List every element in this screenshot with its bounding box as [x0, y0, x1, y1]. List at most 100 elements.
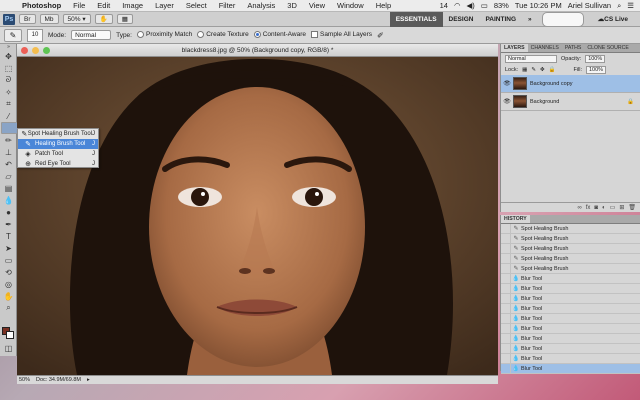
- hand-tool-button[interactable]: ✋: [94, 14, 113, 24]
- menu-analysis[interactable]: Analysis: [241, 1, 281, 10]
- type-tool-icon[interactable]: T: [1, 230, 16, 242]
- dodge-tool-icon[interactable]: ●: [1, 206, 16, 218]
- status-zoom[interactable]: 50%: [19, 377, 30, 383]
- sample-all-layers-checkbox[interactable]: Sample All Layers: [310, 31, 372, 39]
- trash-icon[interactable]: 🗑: [628, 204, 636, 211]
- layer-row-background[interactable]: 👁 Background 🔒: [501, 93, 640, 111]
- 3d-orbit-tool-icon[interactable]: ◎: [1, 278, 16, 290]
- opacity-input[interactable]: 100%: [585, 54, 606, 63]
- history-snapshot-box[interactable]: [501, 273, 511, 284]
- flyout-item-spot-healing[interactable]: ✎ Spot Healing Brush Tool J: [18, 129, 98, 139]
- history-item[interactable]: 💧 Blur Tool: [501, 333, 640, 344]
- menu-layer[interactable]: Layer: [149, 1, 180, 10]
- history-snapshot-box[interactable]: [501, 283, 511, 294]
- tab-channels[interactable]: CHANNELS: [528, 45, 562, 51]
- workspace-design[interactable]: DESIGN: [443, 12, 480, 27]
- background-color-swatch[interactable]: [6, 331, 14, 339]
- search-input[interactable]: [541, 11, 584, 27]
- history-item[interactable]: ✎ Spot Healing Brush: [501, 223, 640, 234]
- workspace-essentials[interactable]: ESSENTIALS: [389, 11, 443, 27]
- history-snapshot-box[interactable]: [501, 353, 511, 364]
- cs-live-button[interactable]: ☁ CS Live: [592, 12, 634, 27]
- history-item[interactable]: 💧 Blur Tool: [501, 273, 640, 284]
- history-item[interactable]: ✎ Spot Healing Brush: [501, 263, 640, 274]
- volume-icon[interactable]: ◀): [466, 1, 474, 10]
- history-snapshot-box[interactable]: [501, 263, 511, 274]
- marquee-tool-icon[interactable]: ⬚: [1, 62, 16, 74]
- workspace-painting[interactable]: PAINTING: [479, 12, 522, 27]
- mode-select[interactable]: Normal: [71, 30, 112, 40]
- history-item[interactable]: 💧 Blur Tool: [501, 293, 640, 304]
- battery-count[interactable]: 14: [440, 1, 448, 10]
- history-item[interactable]: 💧 Blur Tool: [501, 353, 640, 364]
- brush-tool-icon[interactable]: ✏: [1, 134, 16, 146]
- history-item[interactable]: ✎ Spot Healing Brush: [501, 243, 640, 254]
- history-item[interactable]: ✎ Spot Healing Brush: [501, 253, 640, 264]
- lasso-tool-icon[interactable]: ᘐ: [1, 74, 16, 86]
- path-selection-tool-icon[interactable]: ➤: [1, 242, 16, 254]
- link-icon[interactable]: ∞: [577, 205, 581, 211]
- menu-filter[interactable]: Filter: [213, 1, 242, 10]
- gradient-tool-icon[interactable]: ▤: [1, 182, 16, 194]
- flyout-item-red-eye[interactable]: ⊕ Red Eye Tool J: [18, 159, 98, 169]
- battery-icon[interactable]: ▭: [481, 1, 488, 10]
- history-item[interactable]: 💧 Blur Tool: [501, 283, 640, 294]
- history-snapshot-box[interactable]: [501, 313, 511, 324]
- wifi-icon[interactable]: ◠: [454, 1, 461, 10]
- menu-select[interactable]: Select: [180, 1, 213, 10]
- minibridge-button[interactable]: Mb: [39, 14, 59, 24]
- history-item[interactable]: ✎ Spot Healing Brush: [501, 233, 640, 244]
- pen-tool-icon[interactable]: ✒: [1, 218, 16, 230]
- history-item[interactable]: 💧 Blur Tool: [501, 343, 640, 354]
- eye-icon[interactable]: 👁: [501, 80, 513, 87]
- notifications-icon[interactable]: ☰: [627, 1, 634, 10]
- menu-image[interactable]: Image: [116, 1, 149, 10]
- history-item[interactable]: 💧 Blur Tool: [501, 303, 640, 314]
- radio-proximity-match[interactable]: Proximity Match: [136, 31, 192, 39]
- tab-history[interactable]: HISTORY: [501, 215, 530, 223]
- history-snapshot-box[interactable]: [501, 243, 511, 254]
- tab-clone-source[interactable]: CLONE SOURCE: [584, 45, 632, 51]
- move-tool-icon[interactable]: ✥: [1, 50, 16, 62]
- zoom-level-select[interactable]: 50% ▾: [62, 14, 91, 24]
- history-snapshot-box[interactable]: [501, 223, 511, 234]
- radio-create-texture[interactable]: Create Texture: [197, 31, 249, 39]
- lock-pixels-icon[interactable]: ✎: [531, 67, 536, 73]
- 3d-rotate-tool-icon[interactable]: ⟲: [1, 266, 16, 278]
- clone-stamp-tool-icon[interactable]: ⊥: [1, 146, 16, 158]
- quick-mask-icon[interactable]: ◫: [1, 342, 16, 354]
- battery-percent[interactable]: 83%: [494, 1, 509, 10]
- eraser-tool-icon[interactable]: ▱: [1, 170, 16, 182]
- fill-input[interactable]: 100%: [586, 65, 607, 74]
- layer-name[interactable]: Background: [530, 99, 559, 105]
- history-item[interactable]: 💧 Blur Tool: [501, 313, 640, 324]
- history-item[interactable]: 💧 Blur Tool: [501, 363, 640, 374]
- zoom-tool-icon[interactable]: ⌕: [1, 302, 16, 314]
- tab-paths[interactable]: PATHS: [562, 45, 585, 51]
- blend-mode-select[interactable]: Normal: [505, 54, 557, 63]
- history-snapshot-box[interactable]: [501, 293, 511, 304]
- bridge-button[interactable]: Br: [19, 14, 36, 24]
- crop-tool-icon[interactable]: ⌗: [1, 98, 16, 110]
- new-layer-icon[interactable]: ⊞: [619, 204, 624, 211]
- menu-help[interactable]: Help: [370, 1, 397, 10]
- flyout-item-healing-brush[interactable]: ✎ Healing Brush Tool J: [18, 139, 98, 149]
- status-arrow-icon[interactable]: ▸: [87, 377, 90, 383]
- status-doc-info[interactable]: Doc: 34.9M/69.8M: [36, 377, 81, 383]
- fx-icon[interactable]: fx: [586, 205, 591, 211]
- pressure-size-icon[interactable]: ✐: [377, 31, 384, 40]
- layer-name[interactable]: Background copy: [530, 81, 573, 87]
- history-snapshot-box[interactable]: [501, 343, 511, 354]
- history-brush-tool-icon[interactable]: ↶: [1, 158, 16, 170]
- menu-file[interactable]: File: [67, 1, 91, 10]
- hand-tool-icon[interactable]: ✋: [1, 290, 16, 302]
- arrange-documents-button[interactable]: ▦: [116, 14, 133, 24]
- clock[interactable]: Tue 10:26 PM: [515, 1, 562, 10]
- tool-preset-picker[interactable]: ✎: [4, 28, 22, 42]
- brush-picker[interactable]: 10: [27, 28, 43, 42]
- spotlight-icon[interactable]: ⌕: [617, 1, 621, 11]
- history-snapshot-box[interactable]: [501, 253, 511, 264]
- quick-selection-tool-icon[interactable]: ✧: [1, 86, 16, 98]
- history-snapshot-box[interactable]: [501, 333, 511, 344]
- lock-position-icon[interactable]: ✥: [540, 67, 545, 73]
